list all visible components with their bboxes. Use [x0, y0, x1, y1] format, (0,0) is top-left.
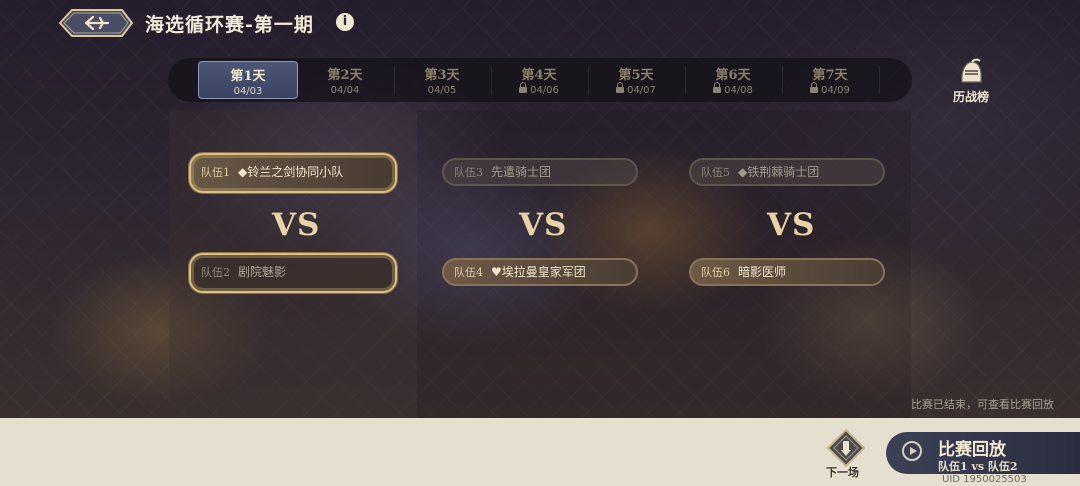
user-id: UID 1950025503	[942, 474, 1027, 485]
team-number: 队伍6	[701, 266, 730, 279]
tab-day-label: 第3天	[424, 68, 460, 83]
team-number: 队伍4	[454, 266, 483, 279]
history-ranking-button[interactable]: 历战榜	[944, 58, 998, 104]
team-name: 暗影医师	[738, 265, 787, 279]
tab-date-label: 04/05	[427, 85, 457, 96]
team-slot-5[interactable]: 队伍5 ◆铁荆棘骑士团	[689, 158, 885, 186]
lock-icon	[810, 82, 819, 93]
play-icon	[902, 441, 922, 461]
history-ranking-label: 历战榜	[952, 90, 989, 104]
tab-day-label: 第5天	[618, 68, 654, 83]
tab-day-2[interactable]: 第2天 04/04	[296, 60, 394, 100]
tab-day-6[interactable]: 第6天 04/08	[684, 60, 782, 100]
team-name: ◆铃兰之剑协同小队	[238, 165, 344, 179]
tab-day-label: 第2天	[327, 68, 363, 83]
tab-day-5[interactable]: 第5天 04/07	[587, 60, 685, 100]
tab-day-label: 第1天	[230, 69, 266, 84]
match-replay-button[interactable]: 比赛回放 队伍1 vs 队伍2	[886, 432, 1080, 474]
team-number: 队伍3	[454, 166, 483, 179]
tab-day-1[interactable]: 第1天 04/03	[198, 61, 298, 99]
tab-date-label: 04/07	[627, 85, 656, 96]
next-match-button[interactable]: 下一场	[820, 428, 872, 479]
tab-day-label: 第4天	[521, 68, 557, 83]
tab-date-label: 04/08	[724, 85, 753, 96]
team-slot-6[interactable]: 队伍6 暗影医师	[689, 258, 885, 286]
next-match-label: 下一场	[826, 466, 859, 479]
vs-label: VS	[519, 207, 568, 243]
tab-date-label: 04/09	[821, 85, 850, 96]
tab-day-label: 第6天	[715, 68, 751, 83]
vs-label: VS	[767, 207, 816, 243]
team-number: 队伍1	[201, 166, 230, 179]
tab-day-3[interactable]: 第3天 04/05	[393, 60, 491, 100]
lock-icon	[713, 82, 722, 93]
back-arrow-icon	[58, 9, 134, 37]
replay-subtitle: 队伍1 vs 队伍2	[938, 460, 1018, 473]
replay-title: 比赛回放	[938, 440, 1006, 460]
lock-icon	[519, 82, 528, 93]
tab-day-label: 第7天	[812, 68, 848, 83]
back-button[interactable]	[58, 6, 134, 40]
knight-helmet-icon	[961, 58, 982, 83]
team-name: 先遣骑士团	[491, 165, 552, 179]
team-slot-2[interactable]: 队伍2 剧院魅影	[189, 253, 397, 293]
next-match-icon	[826, 428, 866, 468]
tab-date-label: 04/03	[233, 86, 263, 97]
tab-day-7[interactable]: 第7天 04/09	[781, 60, 879, 100]
team-slot-1[interactable]: 队伍1 ◆铃兰之剑协同小队	[189, 153, 397, 193]
tab-date-label: 04/06	[530, 85, 559, 96]
team-slot-4[interactable]: 队伍4 ♥埃拉曼皇家军团	[442, 258, 638, 286]
tab-date-label: 04/04	[330, 85, 360, 96]
tab-day-4[interactable]: 第4天 04/06	[490, 60, 588, 100]
vs-label: VS	[272, 207, 321, 243]
team-number: 队伍2	[201, 266, 230, 279]
team-name: ♥埃拉曼皇家军团	[491, 265, 586, 279]
team-name: 剧院魅影	[238, 265, 287, 279]
team-name: ◆铁荆棘骑士团	[738, 165, 820, 179]
page-title: 海选循环赛-第一期	[145, 14, 314, 36]
lock-icon	[616, 82, 625, 93]
day-tabs: 第1天 04/03 第2天 04/04 第3天 04/05 第4天 04/06 第5天 0…	[168, 58, 912, 102]
match-ended-notice: 比赛已结束，可查看比赛回放	[911, 398, 1054, 411]
info-icon[interactable]: i	[336, 13, 354, 31]
team-number: 队伍5	[701, 166, 730, 179]
team-slot-3[interactable]: 队伍3 先遣骑士团	[442, 158, 638, 186]
